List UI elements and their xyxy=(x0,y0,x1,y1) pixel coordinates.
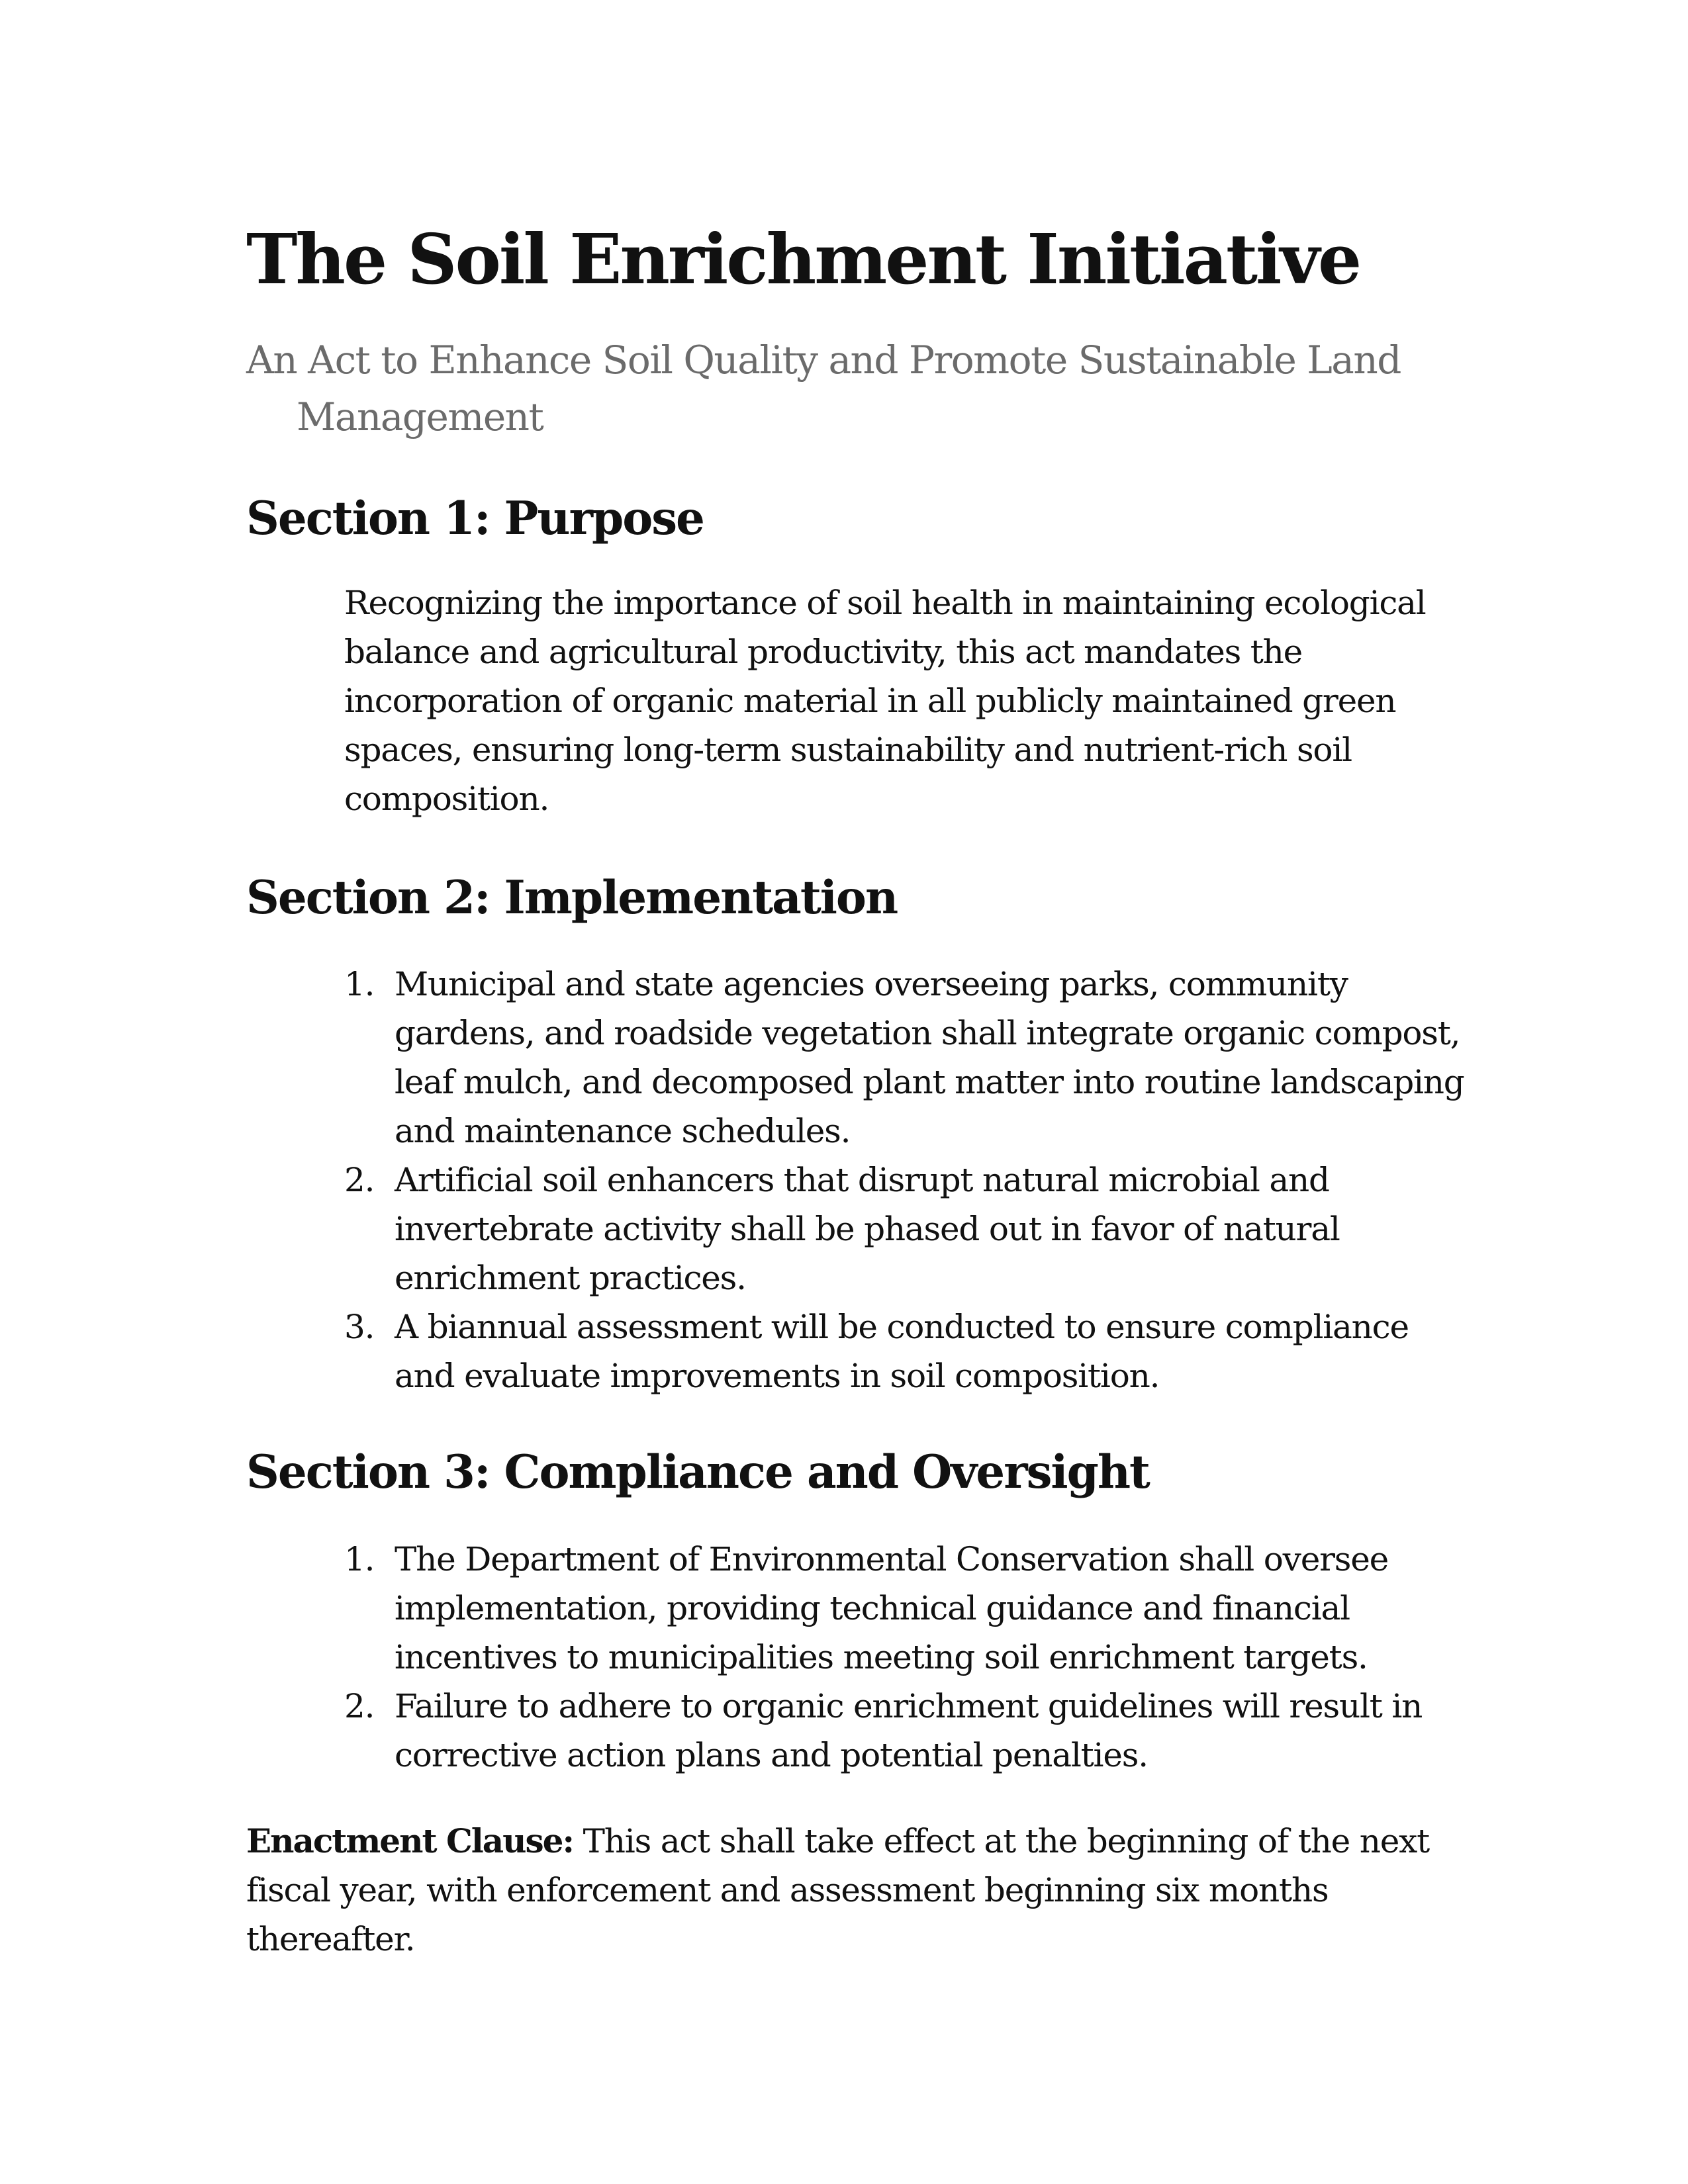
list-item-number: 1. xyxy=(344,965,375,1004)
document-page: The Soil Enrichment Initiative An Act to… xyxy=(246,218,1477,1964)
list-item: 2. Failure to adhere to organic enrichme… xyxy=(344,1682,1470,1780)
section-2-list: 1. Municipal and state agencies overseei… xyxy=(344,960,1470,1400)
list-item-text: Failure to adhere to organic enrichment … xyxy=(395,1687,1423,1775)
list-item-text: The Department of Environmental Conserva… xyxy=(395,1540,1389,1677)
document-title: The Soil Enrichment Initiative xyxy=(246,218,1362,300)
list-item-text: Artificial soil enhancers that disrupt n… xyxy=(395,1161,1340,1298)
list-item-number: 2. xyxy=(344,1161,375,1200)
list-item: 1. The Department of Environmental Conse… xyxy=(344,1535,1470,1682)
list-item: 1. Municipal and state agencies overseei… xyxy=(344,960,1470,1156)
list-item-number: 3. xyxy=(344,1308,375,1347)
enactment-label: Enactment Clause: xyxy=(246,1821,575,1861)
section-3-list: 1. The Department of Environmental Conse… xyxy=(344,1535,1470,1780)
enactment-clause: Enactment Clause: This act shall take ef… xyxy=(246,1817,1464,1964)
document-subtitle: An Act to Enhance Soil Quality and Promo… xyxy=(246,337,1401,439)
section-1-paragraph: Recognizing the importance of soil healt… xyxy=(344,583,1427,818)
list-item-text: A biannual assessment will be conducted … xyxy=(395,1308,1409,1396)
section-1-heading: Section 1: Purpose xyxy=(246,491,705,545)
section-2-heading: Section 2: Implementation xyxy=(246,870,898,925)
section-3-heading: Section 3: Compliance and Oversight xyxy=(246,1445,1150,1500)
list-item: 3. A biannual assessment will be conduct… xyxy=(344,1302,1470,1400)
list-item-text: Municipal and state agencies overseeing … xyxy=(395,965,1465,1151)
list-item: 2. Artificial soil enhancers that disrup… xyxy=(344,1156,1470,1302)
list-item-number: 2. xyxy=(344,1687,375,1726)
list-item-number: 1. xyxy=(344,1540,375,1579)
